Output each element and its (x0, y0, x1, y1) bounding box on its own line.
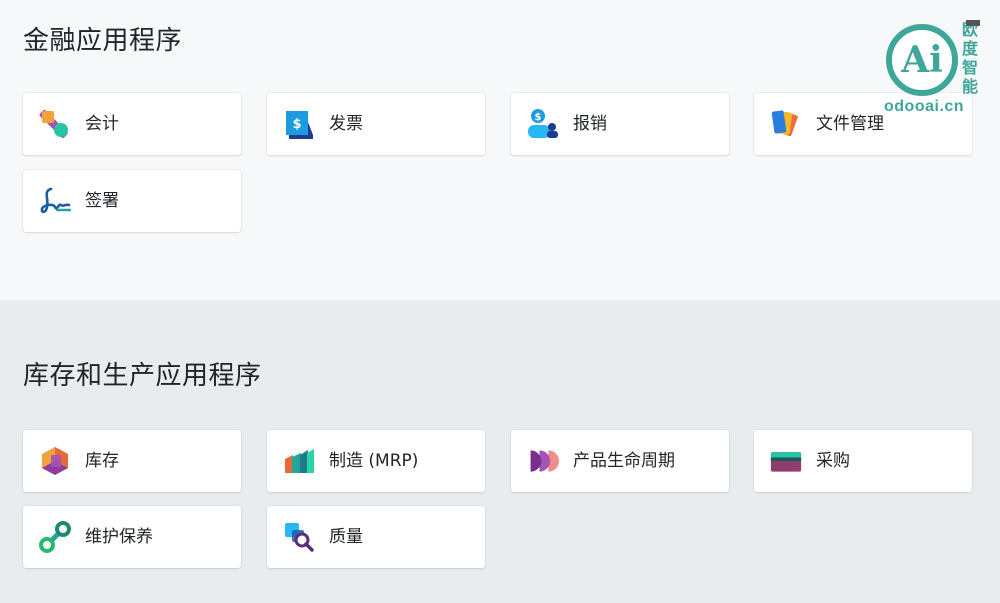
plm-icon (530, 450, 559, 472)
app-label: 会计 (85, 114, 119, 134)
app-label: 维护保养 (85, 527, 153, 547)
app-label: 库存 (85, 451, 119, 471)
logo-brand-cn: 欧度智能 (962, 20, 979, 96)
accounting-icon (39, 109, 68, 139)
app-label: 发票 (329, 114, 363, 134)
logo-text: Ai (901, 39, 943, 81)
app-card-manufacturing[interactable]: 制造 (MRP) (267, 430, 485, 492)
section-title-finance: 金融应用程序 (23, 26, 183, 56)
app-card-accounting[interactable]: 会计 (23, 93, 241, 155)
app-label: 签署 (85, 191, 119, 211)
app-card-inventory[interactable]: 库存 (23, 430, 241, 492)
app-card-purchase[interactable]: 采购 (754, 430, 972, 492)
app-label: 产品生命周期 (573, 451, 675, 471)
corner-mark (966, 20, 980, 26)
app-label: 报销 (573, 114, 607, 134)
quality-icon (285, 523, 314, 552)
app-label: 制造 (MRP) (329, 451, 419, 471)
watermark-logo: Ai 欧度智能 odooai.cn (884, 18, 994, 118)
app-label: 质量 (329, 527, 363, 547)
svg-text:$: $ (292, 117, 301, 132)
documents-icon (771, 110, 798, 137)
app-card-plm[interactable]: 产品生命周期 (511, 430, 729, 492)
inventory-apps-section: 库存和生产应用程序 库存 制造 (MRP) 产品生命周期 采购 维护保养 质量 (0, 300, 1000, 603)
app-card-expenses[interactable]: $ 报销 (511, 93, 729, 155)
inventory-icon (42, 447, 68, 475)
section-title-inventory: 库存和生产应用程序 (23, 361, 262, 391)
invoicing-icon: $ (286, 111, 313, 139)
expenses-icon: $ (528, 109, 558, 138)
manufacturing-icon (285, 449, 314, 473)
app-card-invoicing[interactable]: $ 发票 (267, 93, 485, 155)
logo-url: odooai.cn (884, 98, 965, 115)
app-card-sign[interactable]: 签署 (23, 170, 241, 232)
purchase-icon (770, 452, 802, 472)
app-card-maintenance[interactable]: 维护保养 (23, 506, 241, 568)
app-label: 文件管理 (816, 114, 884, 134)
app-label: 采购 (816, 451, 850, 471)
maintenance-icon (39, 521, 71, 553)
app-card-quality[interactable]: 质量 (267, 506, 485, 568)
sign-icon (40, 187, 71, 214)
finance-apps-section: 金融应用程序 会计 $ 发票 $ 报销 文件管理 签署 Ai 欧度智能 odoo… (0, 0, 1000, 300)
svg-text:$: $ (535, 112, 542, 123)
